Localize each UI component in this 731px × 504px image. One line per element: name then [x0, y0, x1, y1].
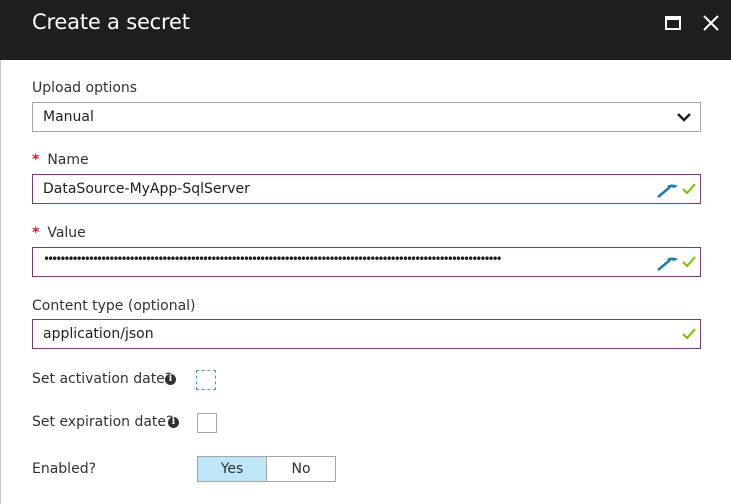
- info-icon[interactable]: i: [168, 417, 179, 428]
- chevron-down-icon: [677, 113, 691, 122]
- name-value: DataSource-MyApp-SqlServer: [43, 181, 250, 197]
- content-type-input[interactable]: application/json: [32, 319, 701, 349]
- content-type-label: Content type (optional): [32, 298, 196, 314]
- enabled-yes-option[interactable]: Yes: [198, 457, 267, 481]
- upload-options-label: Upload options: [32, 80, 138, 96]
- validation-check-icon: [682, 256, 696, 268]
- upload-options-dropdown[interactable]: Manual: [32, 102, 701, 132]
- value-label: * Value: [32, 225, 86, 241]
- value-password-input[interactable]: ••••••••••••••••••••••••••••••••••••••••…: [32, 247, 701, 277]
- name-label: * Name: [32, 152, 89, 168]
- expiration-date-checkbox[interactable]: [197, 413, 217, 433]
- validation-check-icon: [682, 328, 696, 340]
- validation-check-icon: [682, 183, 696, 195]
- blade-header: Create a secret: [0, 0, 731, 60]
- blade-title: Create a secret: [32, 10, 190, 34]
- maximize-icon: [665, 16, 681, 30]
- enabled-toggle[interactable]: Yes No: [197, 456, 336, 482]
- blade-border: [0, 60, 1, 504]
- value-label-text: Value: [47, 225, 86, 241]
- content-type-value: application/json: [43, 326, 154, 342]
- password-wand-icon[interactable]: [656, 181, 680, 199]
- maximize-button[interactable]: [662, 12, 686, 36]
- enabled-no-option[interactable]: No: [267, 457, 335, 481]
- activation-date-checkbox[interactable]: [196, 370, 216, 390]
- enabled-label: Enabled?: [32, 461, 97, 477]
- upload-options-value: Manual: [43, 109, 94, 125]
- close-icon: [703, 15, 719, 31]
- close-button[interactable]: [700, 12, 724, 36]
- name-input[interactable]: DataSource-MyApp-SqlServer: [32, 174, 701, 204]
- activation-date-label: Set activation date?: [32, 371, 173, 387]
- required-indicator: *: [32, 152, 40, 168]
- required-indicator: *: [32, 225, 40, 241]
- info-icon[interactable]: i: [165, 374, 176, 385]
- name-label-text: Name: [47, 152, 89, 168]
- masked-value: ••••••••••••••••••••••••••••••••••••••••…: [43, 252, 503, 266]
- expiration-date-label: Set expiration date?: [32, 414, 174, 430]
- password-wand-icon[interactable]: [656, 254, 680, 272]
